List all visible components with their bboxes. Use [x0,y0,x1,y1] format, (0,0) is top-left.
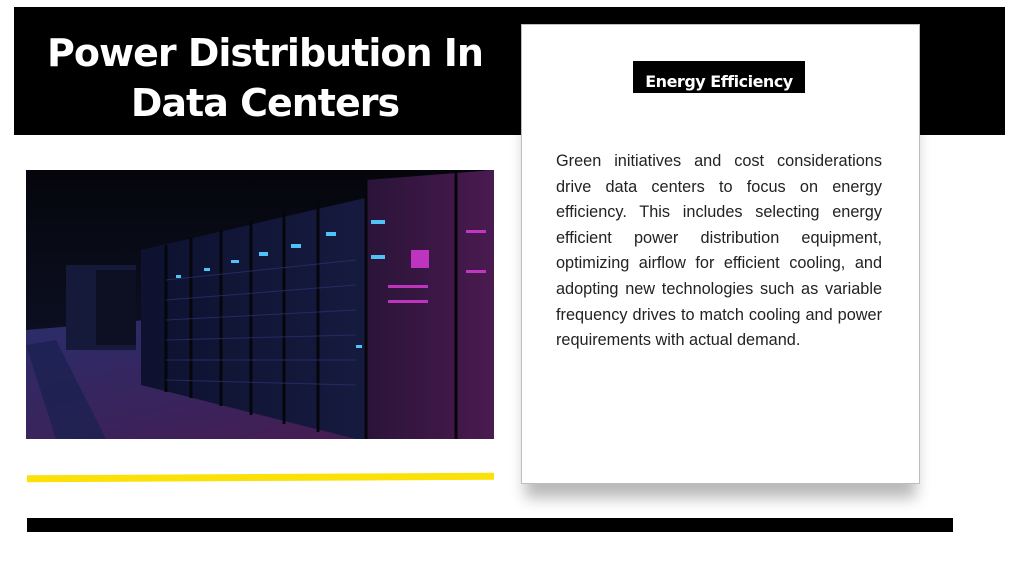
card-body-text: Green initiatives and cost consideration… [556,152,882,350]
server-racks-illustration [26,170,494,439]
accent-line [27,472,494,483]
content-card: Energy Efficiency Green initiatives and … [521,24,920,484]
data-center-photo [26,170,494,439]
card-heading: Energy Efficiency [633,61,805,93]
slide-title: Power Distribution In Data Centers [47,31,484,125]
footer-bar [27,518,953,532]
